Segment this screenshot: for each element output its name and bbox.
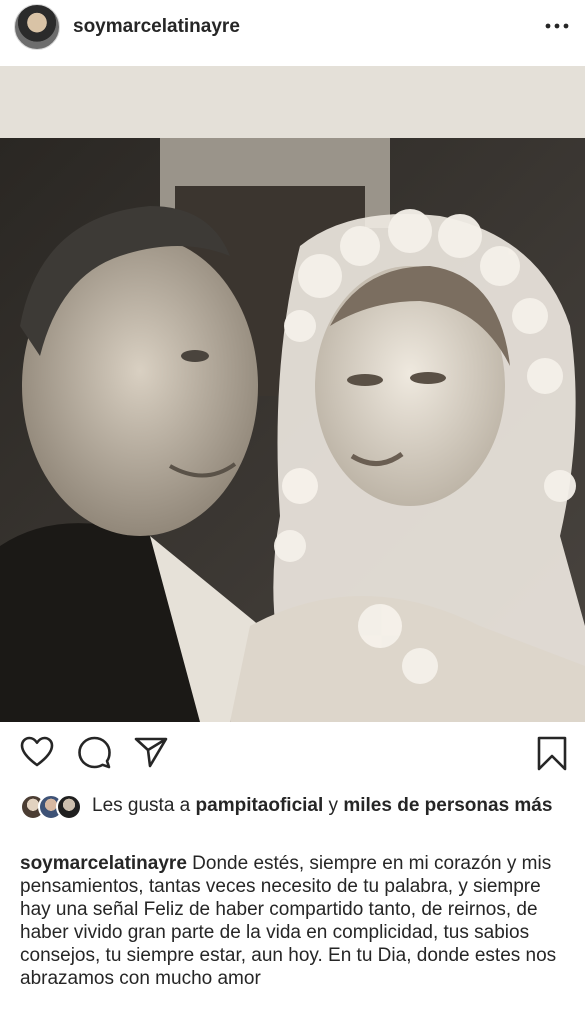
liker-avatars[interactable] bbox=[20, 794, 86, 822]
post-actions bbox=[0, 722, 585, 788]
heart-icon[interactable] bbox=[20, 736, 54, 768]
bookmark-icon[interactable] bbox=[537, 736, 567, 771]
post-username[interactable]: soymarcelatinayre bbox=[73, 16, 240, 38]
comment-icon[interactable] bbox=[78, 736, 111, 769]
liker-username[interactable]: pampitaoficial bbox=[196, 795, 324, 816]
likes-text: Les gusta a pampitaoficial y miles de pe… bbox=[92, 794, 572, 817]
likes-others-link[interactable]: miles de personas más bbox=[343, 795, 552, 816]
wedding-photo-image bbox=[0, 66, 585, 722]
profile-avatar[interactable] bbox=[14, 4, 60, 50]
post-caption: soymarcelatinayre Donde estés, siempre e… bbox=[20, 852, 565, 990]
post-header: soymarcelatinayre bbox=[0, 0, 585, 56]
likes-prefix: Les gusta a bbox=[92, 795, 196, 816]
share-icon[interactable] bbox=[134, 736, 168, 768]
more-horizontal-icon[interactable] bbox=[545, 16, 569, 36]
liker-avatar bbox=[56, 794, 82, 820]
post-photo[interactable] bbox=[0, 66, 585, 722]
likes-connector: y bbox=[323, 795, 344, 816]
caption-username[interactable]: soymarcelatinayre bbox=[20, 853, 187, 874]
